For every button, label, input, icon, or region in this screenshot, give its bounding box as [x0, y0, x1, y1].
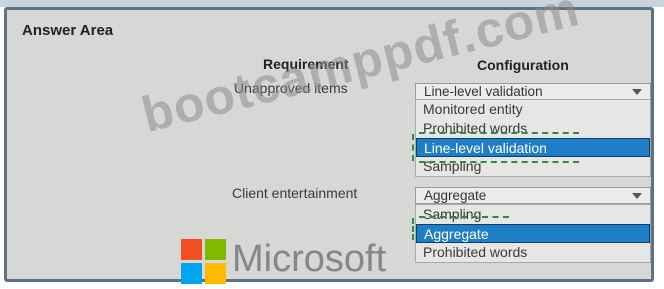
microsoft-wordmark: Microsoft [232, 238, 387, 280]
client-entertainment-options: Sampling Aggregate Prohibited words [415, 204, 651, 263]
configuration-header: Configuration [477, 57, 569, 73]
option-prohibited-words[interactable]: Prohibited words [416, 119, 650, 138]
answer-marker [412, 218, 414, 240]
option-prohibited-words[interactable]: Prohibited words [416, 243, 650, 262]
dropdown-selected-value: Line-level validation [424, 84, 543, 99]
unapproved-items-dropdown[interactable]: Line-level validation [415, 83, 651, 100]
option-sampling[interactable]: Sampling [416, 157, 650, 176]
chevron-down-icon[interactable] [632, 89, 642, 95]
answer-marker [419, 216, 509, 218]
dropdown-selected-value: Aggregate [424, 188, 487, 203]
answer-marker [419, 132, 579, 134]
option-line-level-validation[interactable]: Line-level validation [416, 138, 650, 157]
chevron-down-icon[interactable] [632, 193, 642, 199]
option-aggregate[interactable]: Aggregate [416, 224, 650, 243]
client-entertainment-dropdown[interactable]: Aggregate [415, 187, 651, 204]
answer-marker [412, 134, 414, 161]
option-monitored-entity[interactable]: Monitored entity [416, 100, 650, 119]
answer-marker [419, 161, 579, 163]
unapproved-items-options: Monitored entity Prohibited words Line-l… [415, 99, 651, 177]
answer-area-title: Answer Area [22, 22, 114, 39]
option-sampling[interactable]: Sampling [416, 205, 650, 224]
requirement-client-entertainment: Client entertainment [232, 185, 358, 201]
microsoft-logo-icon [181, 239, 227, 285]
